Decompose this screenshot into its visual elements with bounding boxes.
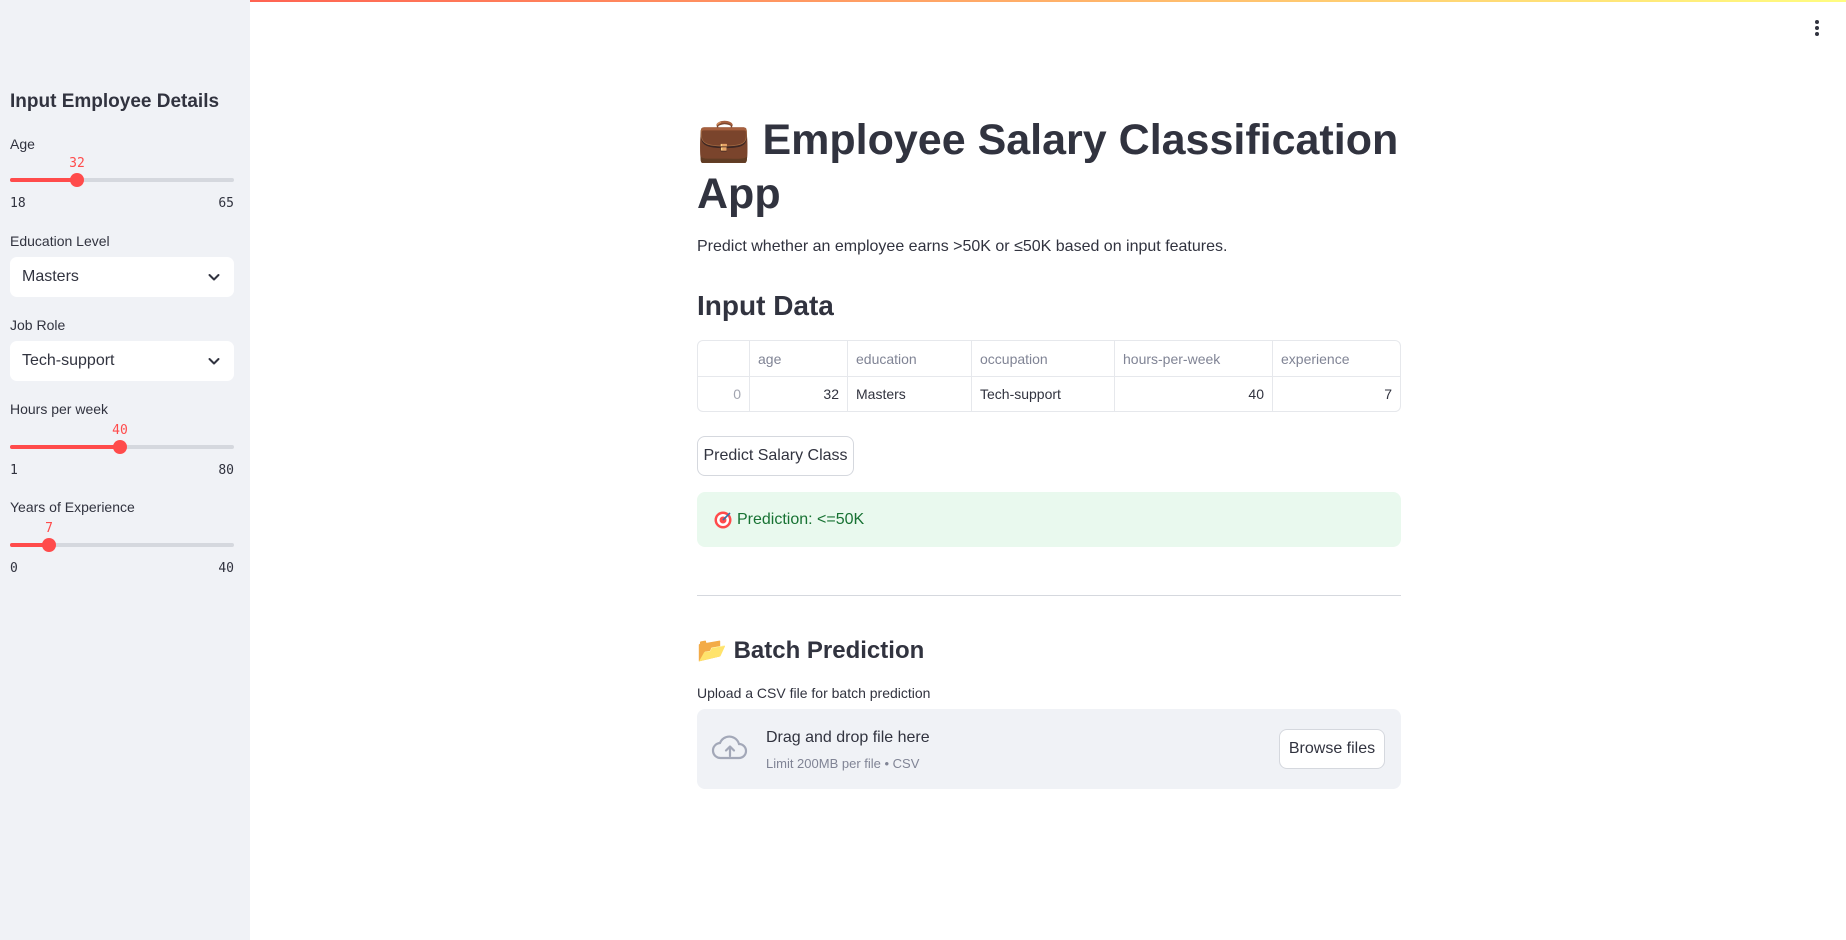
briefcase-icon: 💼: [697, 116, 751, 164]
table-cell: Masters: [847, 377, 971, 411]
file-dropzone[interactable]: Drag and drop file here Limit 200MB per …: [697, 709, 1401, 789]
target-icon: [714, 511, 732, 528]
table-cell: 32: [749, 377, 847, 411]
age-slider-min: 18: [10, 196, 26, 211]
table-header-cell: [698, 341, 749, 376]
table-header-cell: education: [847, 341, 971, 376]
top-decoration-bar: [0, 0, 1846, 2]
dropzone-title: Drag and drop file here: [766, 729, 930, 746]
table-header-cell: hours-per-week: [1114, 341, 1272, 376]
education-select[interactable]: Masters: [10, 257, 234, 297]
dropzone-hint: Limit 200MB per file • CSV: [766, 756, 920, 771]
input-data-heading: Input Data: [697, 290, 834, 321]
hours-slider[interactable]: 40 1 80: [10, 423, 234, 483]
upload-label: Upload a CSV file for batch prediction: [697, 685, 931, 701]
predict-button[interactable]: Predict Salary Class: [697, 436, 854, 476]
page-title: 💼 Employee Salary Classification App: [697, 113, 1401, 221]
chevron-down-icon: [208, 358, 220, 365]
table-header-cell: occupation: [971, 341, 1114, 376]
education-label: Education Level: [10, 233, 110, 249]
hours-slider-thumb[interactable]: [113, 440, 127, 454]
hours-slider-value: 40: [112, 423, 128, 438]
sidebar: Input Employee Details Age 32 18 65 Educ…: [0, 0, 250, 940]
cloud-upload-icon: [711, 735, 748, 760]
job-role-selected-value: Tech-support: [22, 352, 115, 369]
education-selected-value: Masters: [22, 268, 79, 285]
age-slider-track[interactable]: [10, 178, 234, 182]
table-row: 0 32 Masters Tech-support 40 7: [698, 376, 1400, 411]
age-slider[interactable]: 32 18 65: [10, 156, 234, 216]
age-slider-thumb[interactable]: [70, 173, 84, 187]
age-slider-max: 65: [218, 196, 234, 211]
table-cell: Tech-support: [971, 377, 1114, 411]
table-header-row: age education occupation hours-per-week …: [698, 341, 1400, 376]
browse-files-button[interactable]: Browse files: [1279, 729, 1385, 769]
job-role-select[interactable]: Tech-support: [10, 341, 234, 381]
experience-slider-max: 40: [218, 561, 234, 576]
batch-heading: 📂 Batch Prediction: [697, 636, 924, 665]
kebab-menu-icon[interactable]: [1814, 20, 1820, 36]
table-cell: 40: [1114, 377, 1272, 411]
page-subtitle: Predict whether an employee earns >50K o…: [697, 238, 1228, 255]
input-data-table[interactable]: age education occupation hours-per-week …: [697, 340, 1401, 412]
experience-slider[interactable]: 7 0 40: [10, 521, 234, 581]
job-role-label: Job Role: [10, 317, 66, 333]
experience-label: Years of Experience: [10, 499, 135, 515]
age-slider-value: 32: [69, 156, 85, 171]
table-header-cell: age: [749, 341, 847, 376]
divider: [697, 595, 1401, 596]
table-cell: 7: [1272, 377, 1400, 411]
hours-slider-min: 1: [10, 463, 18, 478]
hours-label: Hours per week: [10, 401, 109, 417]
batch-heading-text: Batch Prediction: [733, 637, 925, 664]
table-header-cell: experience: [1272, 341, 1400, 376]
experience-slider-min: 0: [10, 561, 18, 576]
folder-icon: 📂: [697, 637, 727, 664]
chevron-down-icon: [208, 274, 220, 281]
hours-slider-max: 80: [218, 463, 234, 478]
prediction-text: Prediction: <=50K: [737, 510, 865, 528]
age-label: Age: [10, 136, 35, 152]
experience-slider-thumb[interactable]: [42, 538, 56, 552]
page-title-text: Employee Salary Classification App: [697, 116, 1399, 218]
table-cell: 0: [733, 386, 741, 402]
experience-slider-value: 7: [45, 521, 53, 536]
prediction-alert: Prediction: <=50K: [697, 492, 1401, 547]
sidebar-title: Input Employee Details: [10, 91, 220, 112]
